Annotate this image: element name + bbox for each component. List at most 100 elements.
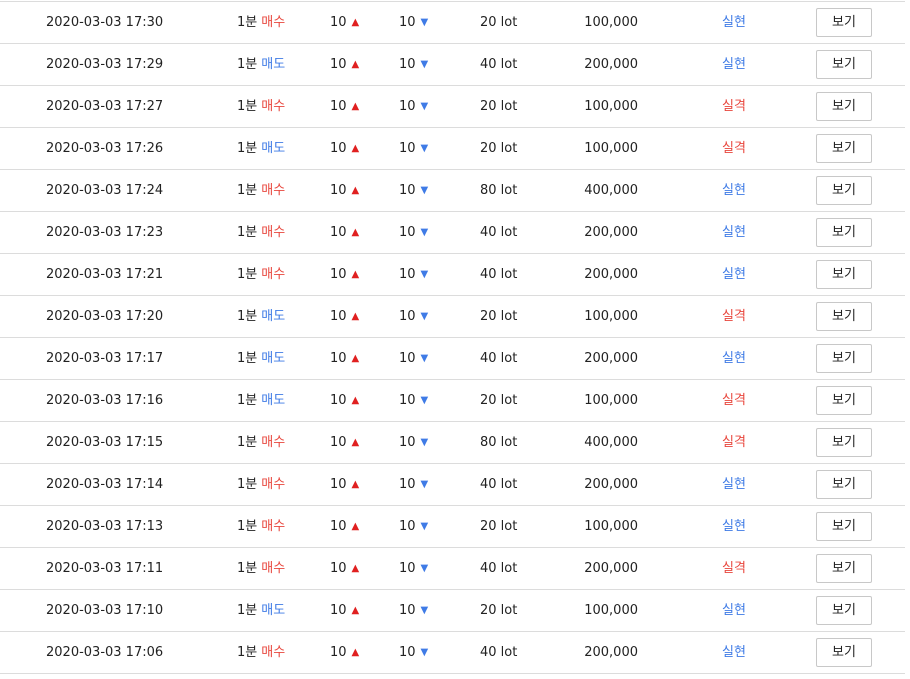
side-label: 매도 — [261, 141, 286, 156]
triangle-up-icon: ▲ — [351, 563, 360, 574]
interval-label: 1분 — [237, 15, 258, 30]
triangle-up-icon: ▲ — [351, 605, 360, 616]
view-button[interactable]: 보기 — [816, 260, 872, 289]
view-button[interactable]: 보기 — [816, 134, 872, 163]
trade-history-table: 2020-03-03 17:30 1분 매수 10 ▲ 10 ▼ 20 lot 100… — [0, 1, 905, 674]
result-status: 실현 — [722, 519, 746, 534]
trade-amount: 100,000 — [584, 141, 638, 156]
trade-amount: 200,000 — [584, 645, 638, 660]
lot-size: 80 lot — [480, 183, 518, 198]
down-count: 10 ▼ — [399, 86, 428, 127]
view-cell: 보기 — [816, 512, 872, 541]
trade-type: 1분 매도 — [237, 590, 285, 631]
view-button[interactable]: 보기 — [816, 8, 872, 37]
up-count: 10 ▲ — [330, 296, 359, 337]
view-cell: 보기 — [816, 134, 872, 163]
result-status: 실격 — [722, 435, 746, 450]
up-value: 10 — [330, 393, 347, 408]
triangle-down-icon: ▼ — [420, 479, 429, 490]
view-button[interactable]: 보기 — [816, 218, 872, 247]
view-button[interactable]: 보기 — [816, 470, 872, 499]
view-button[interactable]: 보기 — [816, 302, 872, 331]
triangle-up-icon: ▲ — [351, 101, 360, 112]
table-row: 2020-03-03 17:21 1분 매수 10 ▲ 10 ▼ 40 lot 200… — [0, 254, 905, 296]
view-button[interactable]: 보기 — [816, 386, 872, 415]
trade-amount: 400,000 — [584, 183, 638, 198]
trade-amount: 100,000 — [584, 603, 638, 618]
down-count: 10 ▼ — [399, 590, 428, 631]
down-value: 10 — [399, 183, 416, 198]
up-count: 10 ▲ — [330, 254, 359, 295]
up-value: 10 — [330, 561, 347, 576]
result-status: 실현 — [722, 57, 746, 72]
view-cell: 보기 — [816, 470, 872, 499]
interval-label: 1분 — [237, 225, 258, 240]
view-cell: 보기 — [816, 92, 872, 121]
trade-time: 2020-03-03 17:10 — [46, 603, 164, 618]
view-button[interactable]: 보기 — [816, 92, 872, 121]
side-label: 매수 — [261, 183, 286, 198]
triangle-down-icon: ▼ — [420, 605, 429, 616]
interval-label: 1분 — [237, 477, 258, 492]
triangle-up-icon: ▲ — [351, 17, 360, 28]
trade-type: 1분 매수 — [237, 464, 285, 505]
view-cell: 보기 — [816, 638, 872, 667]
triangle-up-icon: ▲ — [351, 143, 360, 154]
up-count: 10 ▲ — [330, 548, 359, 589]
side-label: 매수 — [261, 225, 286, 240]
down-value: 10 — [399, 267, 416, 282]
up-count: 10 ▲ — [330, 422, 359, 463]
side-label: 매도 — [261, 309, 286, 324]
result-status: 실격 — [722, 561, 746, 576]
triangle-down-icon: ▼ — [420, 647, 429, 658]
side-label: 매도 — [261, 351, 286, 366]
down-count: 10 ▼ — [399, 632, 428, 673]
view-button[interactable]: 보기 — [816, 176, 872, 205]
table-row: 2020-03-03 17:20 1분 매도 10 ▲ 10 ▼ 20 lot 100… — [0, 296, 905, 338]
side-label: 매수 — [261, 477, 286, 492]
interval-label: 1분 — [237, 267, 258, 282]
down-value: 10 — [399, 603, 416, 618]
side-label: 매수 — [261, 435, 286, 450]
view-button[interactable]: 보기 — [816, 50, 872, 79]
triangle-up-icon: ▲ — [351, 185, 360, 196]
up-count: 10 ▲ — [330, 380, 359, 421]
trade-type: 1분 매도 — [237, 380, 285, 421]
up-value: 10 — [330, 99, 347, 114]
view-button[interactable]: 보기 — [816, 596, 872, 625]
trade-amount: 400,000 — [584, 435, 638, 450]
view-button[interactable]: 보기 — [816, 512, 872, 541]
view-button[interactable]: 보기 — [816, 344, 872, 373]
up-count: 10 ▲ — [330, 506, 359, 547]
lot-size: 40 lot — [480, 225, 518, 240]
view-button[interactable]: 보기 — [816, 554, 872, 583]
table-row: 2020-03-03 17:23 1분 매수 10 ▲ 10 ▼ 40 lot 200… — [0, 212, 905, 254]
interval-label: 1분 — [237, 435, 258, 450]
down-count: 10 ▼ — [399, 338, 428, 379]
interval-label: 1분 — [237, 519, 258, 534]
result-status: 실격 — [722, 141, 746, 156]
side-label: 매도 — [261, 57, 286, 72]
up-value: 10 — [330, 645, 347, 660]
interval-label: 1분 — [237, 561, 258, 576]
down-count: 10 ▼ — [399, 2, 428, 43]
side-label: 매도 — [261, 603, 286, 618]
interval-label: 1분 — [237, 603, 258, 618]
up-value: 10 — [330, 309, 347, 324]
trade-time: 2020-03-03 17:27 — [46, 99, 164, 114]
trade-type: 1분 매수 — [237, 632, 285, 673]
trade-time: 2020-03-03 17:11 — [46, 561, 164, 576]
triangle-down-icon: ▼ — [420, 185, 429, 196]
down-count: 10 ▼ — [399, 128, 428, 169]
result-status: 실격 — [722, 309, 746, 324]
down-value: 10 — [399, 99, 416, 114]
view-button[interactable]: 보기 — [816, 428, 872, 457]
up-value: 10 — [330, 603, 347, 618]
lot-size: 40 lot — [480, 561, 518, 576]
view-button[interactable]: 보기 — [816, 638, 872, 667]
up-value: 10 — [330, 435, 347, 450]
side-label: 매수 — [261, 267, 286, 282]
view-cell: 보기 — [816, 386, 872, 415]
down-value: 10 — [399, 351, 416, 366]
trade-amount: 200,000 — [584, 477, 638, 492]
